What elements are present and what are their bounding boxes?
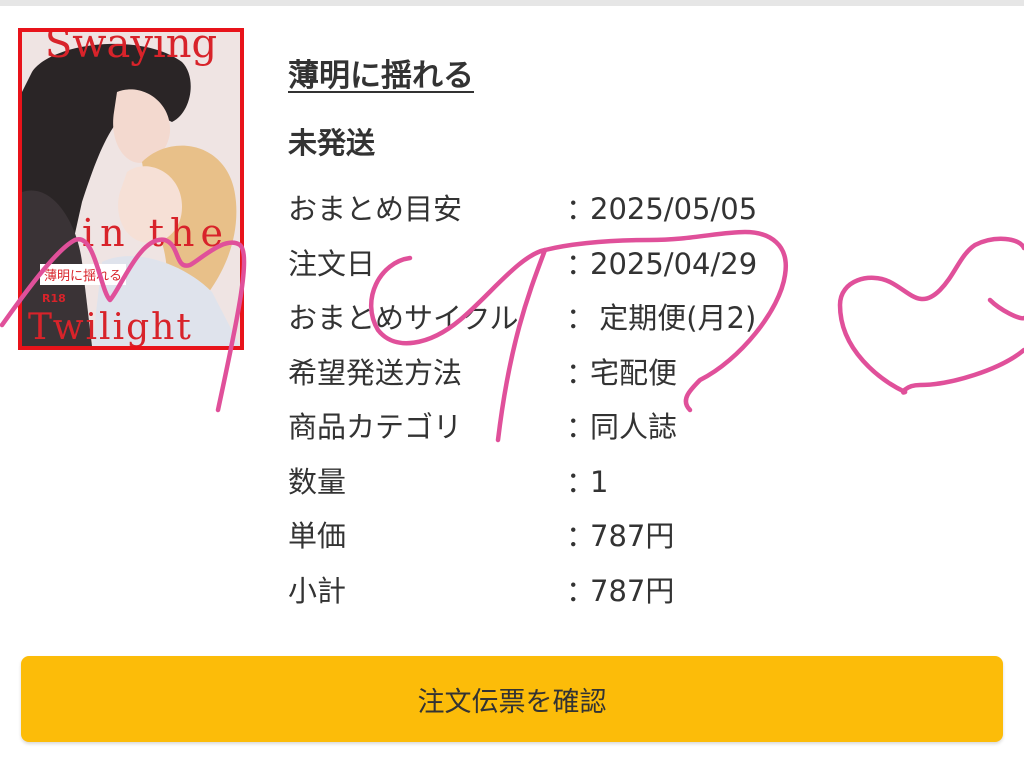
detail-value: 宅配便 (590, 355, 678, 390)
view-order-slip-button[interactable]: 注文伝票を確認 (21, 656, 1003, 742)
detail-row-order-date: 注文日 ： 2025/04/29 (288, 241, 888, 296)
detail-row-bundle-cycle: おまとめサイクル ： 定期便(月2) (288, 295, 888, 350)
detail-label: おまとめ目安 (288, 192, 463, 226)
detail-label: 商品カテゴリ (288, 410, 463, 444)
product-cover-image[interactable]: Swaying in the 薄明に揺れる R18 Twilight (18, 28, 244, 350)
shipping-status: 未発送 (288, 126, 376, 160)
cover-subtitle-text: in the (82, 211, 229, 255)
detail-row-shipping-method: 希望発送方法 ： 宅配便 (288, 350, 888, 405)
detail-row-bundle-estimate: おまとめ目安 ： 2025/05/05 (288, 186, 888, 241)
cover-title-bottom: Twilight (28, 307, 193, 348)
detail-label: 数量 (288, 464, 347, 499)
detail-label: 単価 (288, 519, 347, 553)
order-details-list: おまとめ目安 ： 2025/05/05 注文日 ： 2025/04/29 おまと… (288, 186, 888, 622)
cover-title-text: Swaying (44, 28, 218, 67)
detail-value: 2025/04/29 (590, 246, 758, 281)
detail-row-quantity: 数量 ： 1 (288, 459, 888, 514)
detail-value: 2025/05/05 (590, 192, 758, 226)
detail-value: 787円 (590, 573, 675, 608)
detail-value: 1 (590, 464, 609, 499)
detail-row-category: 商品カテゴリ ： 同人誌 (288, 404, 888, 459)
cover-rating: R18 (42, 292, 66, 305)
detail-label: 注文日 (288, 246, 376, 281)
cover-jp-title: 薄明に揺れる (40, 264, 127, 285)
detail-value: 787円 (590, 519, 675, 553)
detail-label: おまとめサイクル (288, 301, 519, 335)
detail-row-subtotal: 小計 ： 787円 (288, 568, 888, 623)
product-title-link[interactable]: 薄明に揺れる (288, 50, 474, 95)
detail-value: 同人誌 (590, 410, 678, 444)
detail-value: 定期便(月2) (590, 301, 757, 335)
detail-label: 希望発送方法 (288, 355, 463, 390)
detail-label: 小計 (288, 573, 347, 608)
top-divider (0, 0, 1024, 6)
detail-row-unit-price: 単価 ： 787円 (288, 513, 888, 568)
